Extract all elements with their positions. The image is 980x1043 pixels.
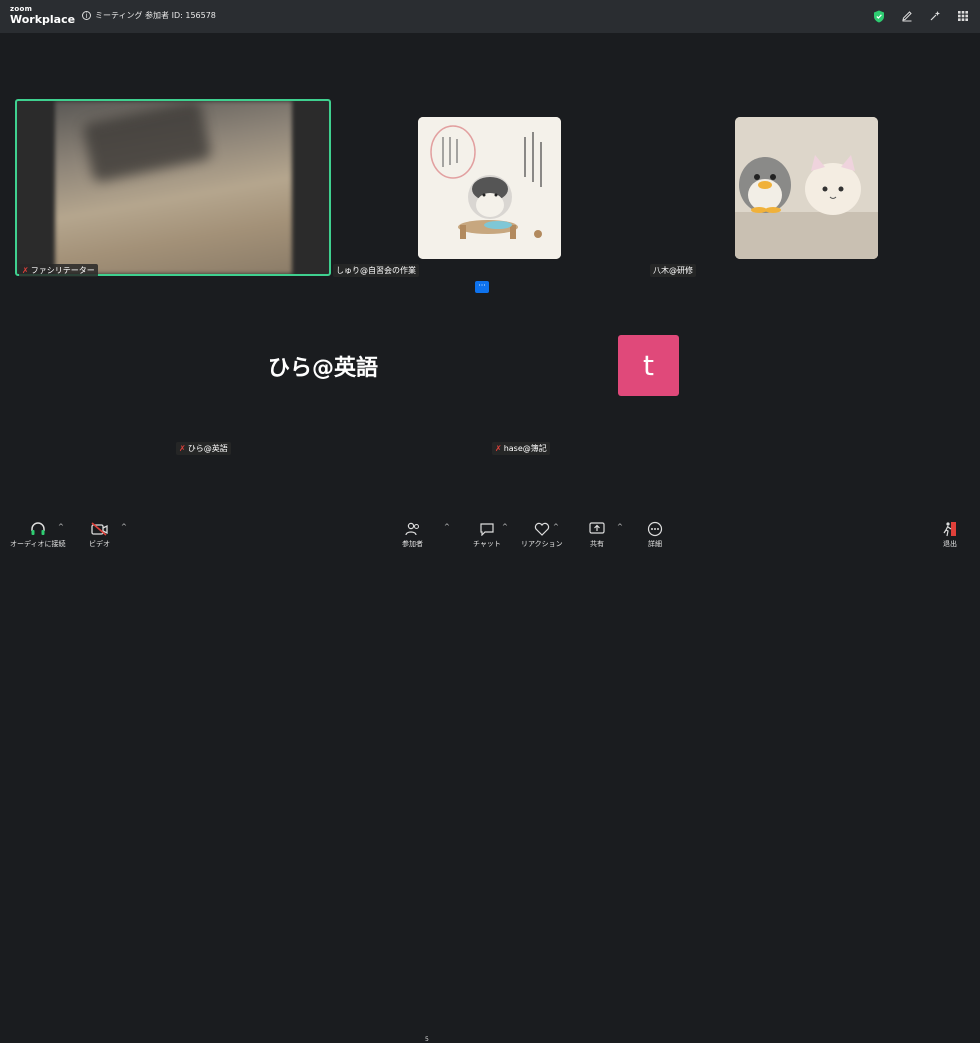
chat-button[interactable]: チャット — [473, 519, 501, 549]
share-options-caret[interactable]: ^ — [617, 523, 623, 531]
more-button[interactable]: 詳細 — [645, 519, 665, 549]
participant-name: ひら@英語 — [187, 444, 228, 453]
audio-options-caret[interactable]: ^ — [58, 523, 64, 531]
profile-picture-plush-toys — [735, 117, 878, 259]
info-icon: i — [82, 11, 91, 20]
name-tag-hase: ✗ hase@簿記 — [492, 442, 550, 455]
participants-options-caret[interactable]: ^ — [444, 523, 450, 531]
reactions-options-caret[interactable]: ^ — [553, 523, 559, 531]
pen-icon[interactable] — [900, 9, 914, 23]
video-tile-facilitator[interactable] — [15, 99, 331, 276]
top-bar: zoom Workplace i ミーティング 参加者 ID: 156578 — [0, 0, 980, 33]
name-tag-facilitator: ✗ ファシリテーター — [19, 264, 98, 277]
chat-label: チャット — [473, 540, 501, 548]
zoom-workplace-logo: zoom Workplace — [10, 5, 76, 26]
meeting-id-text: ミーティング 参加者 ID: 156578 — [95, 11, 216, 20]
leave-button[interactable]: 退出 — [940, 519, 960, 549]
share-label: 共有 — [590, 540, 604, 548]
video-button[interactable]: ビデオ — [89, 519, 110, 549]
name-tag-shuri: しゅり@自習会の作業 — [333, 264, 419, 277]
chat-icon — [477, 519, 497, 539]
grid-view-icon[interactable] — [956, 9, 970, 23]
heart-icon — [532, 519, 552, 539]
more-dots-icon — [645, 519, 665, 539]
reactions-label: リアクション — [521, 540, 563, 548]
video-label: ビデオ — [89, 540, 110, 548]
participants-count: 5 — [425, 1036, 429, 1043]
name-tag-hira: ✗ ひら@英語 — [176, 442, 231, 455]
ai-sparkle-icon[interactable] — [928, 9, 942, 23]
shield-icon[interactable] — [872, 9, 886, 23]
share-button[interactable]: 共有 — [587, 519, 607, 549]
participants-label: 参加者 — [402, 540, 423, 548]
leave-icon — [940, 519, 960, 539]
participant-name: ファシリテーター — [30, 266, 95, 275]
name-tag-yagi: 八木@研修 — [650, 264, 696, 277]
video-off-icon — [90, 519, 110, 539]
brand-workplace: Workplace — [10, 13, 76, 26]
share-screen-icon — [587, 519, 607, 539]
meeting-toolbar: オーディオに接続 ^ ビデオ ^ 参加者 5 ^ チャット ^ リアクション ^… — [0, 514, 980, 1043]
mic-off-icon: ✗ — [22, 266, 29, 275]
leave-label: 退出 — [943, 540, 957, 548]
participant-name: しゅり@自習会の作業 — [336, 266, 416, 275]
avatar-hase: t — [618, 335, 679, 396]
participants-button[interactable]: 参加者 — [402, 519, 423, 549]
mic-off-icon: ✗ — [495, 444, 502, 453]
headphones-icon — [28, 519, 48, 539]
profile-picture-penguin-illustration — [418, 117, 561, 259]
mic-off-icon: ✗ — [179, 444, 186, 453]
participants-icon — [403, 519, 423, 539]
participant-name: 八木@研修 — [653, 266, 693, 275]
meeting-info[interactable]: i ミーティング 参加者 ID: 156578 — [82, 10, 216, 21]
more-label: 詳細 — [648, 540, 662, 548]
participant-display-name-hira: ひら@英語 — [268, 356, 379, 381]
participant-name: hase@簿記 — [503, 444, 547, 453]
video-options-caret[interactable]: ^ — [121, 523, 127, 531]
gallery-more-button[interactable]: ··· — [475, 281, 489, 293]
top-right-controls — [872, 9, 970, 23]
chat-options-caret[interactable]: ^ — [502, 523, 508, 531]
brand-zoom: zoom — [10, 5, 33, 13]
audio-label: オーディオに接続 — [10, 540, 66, 548]
